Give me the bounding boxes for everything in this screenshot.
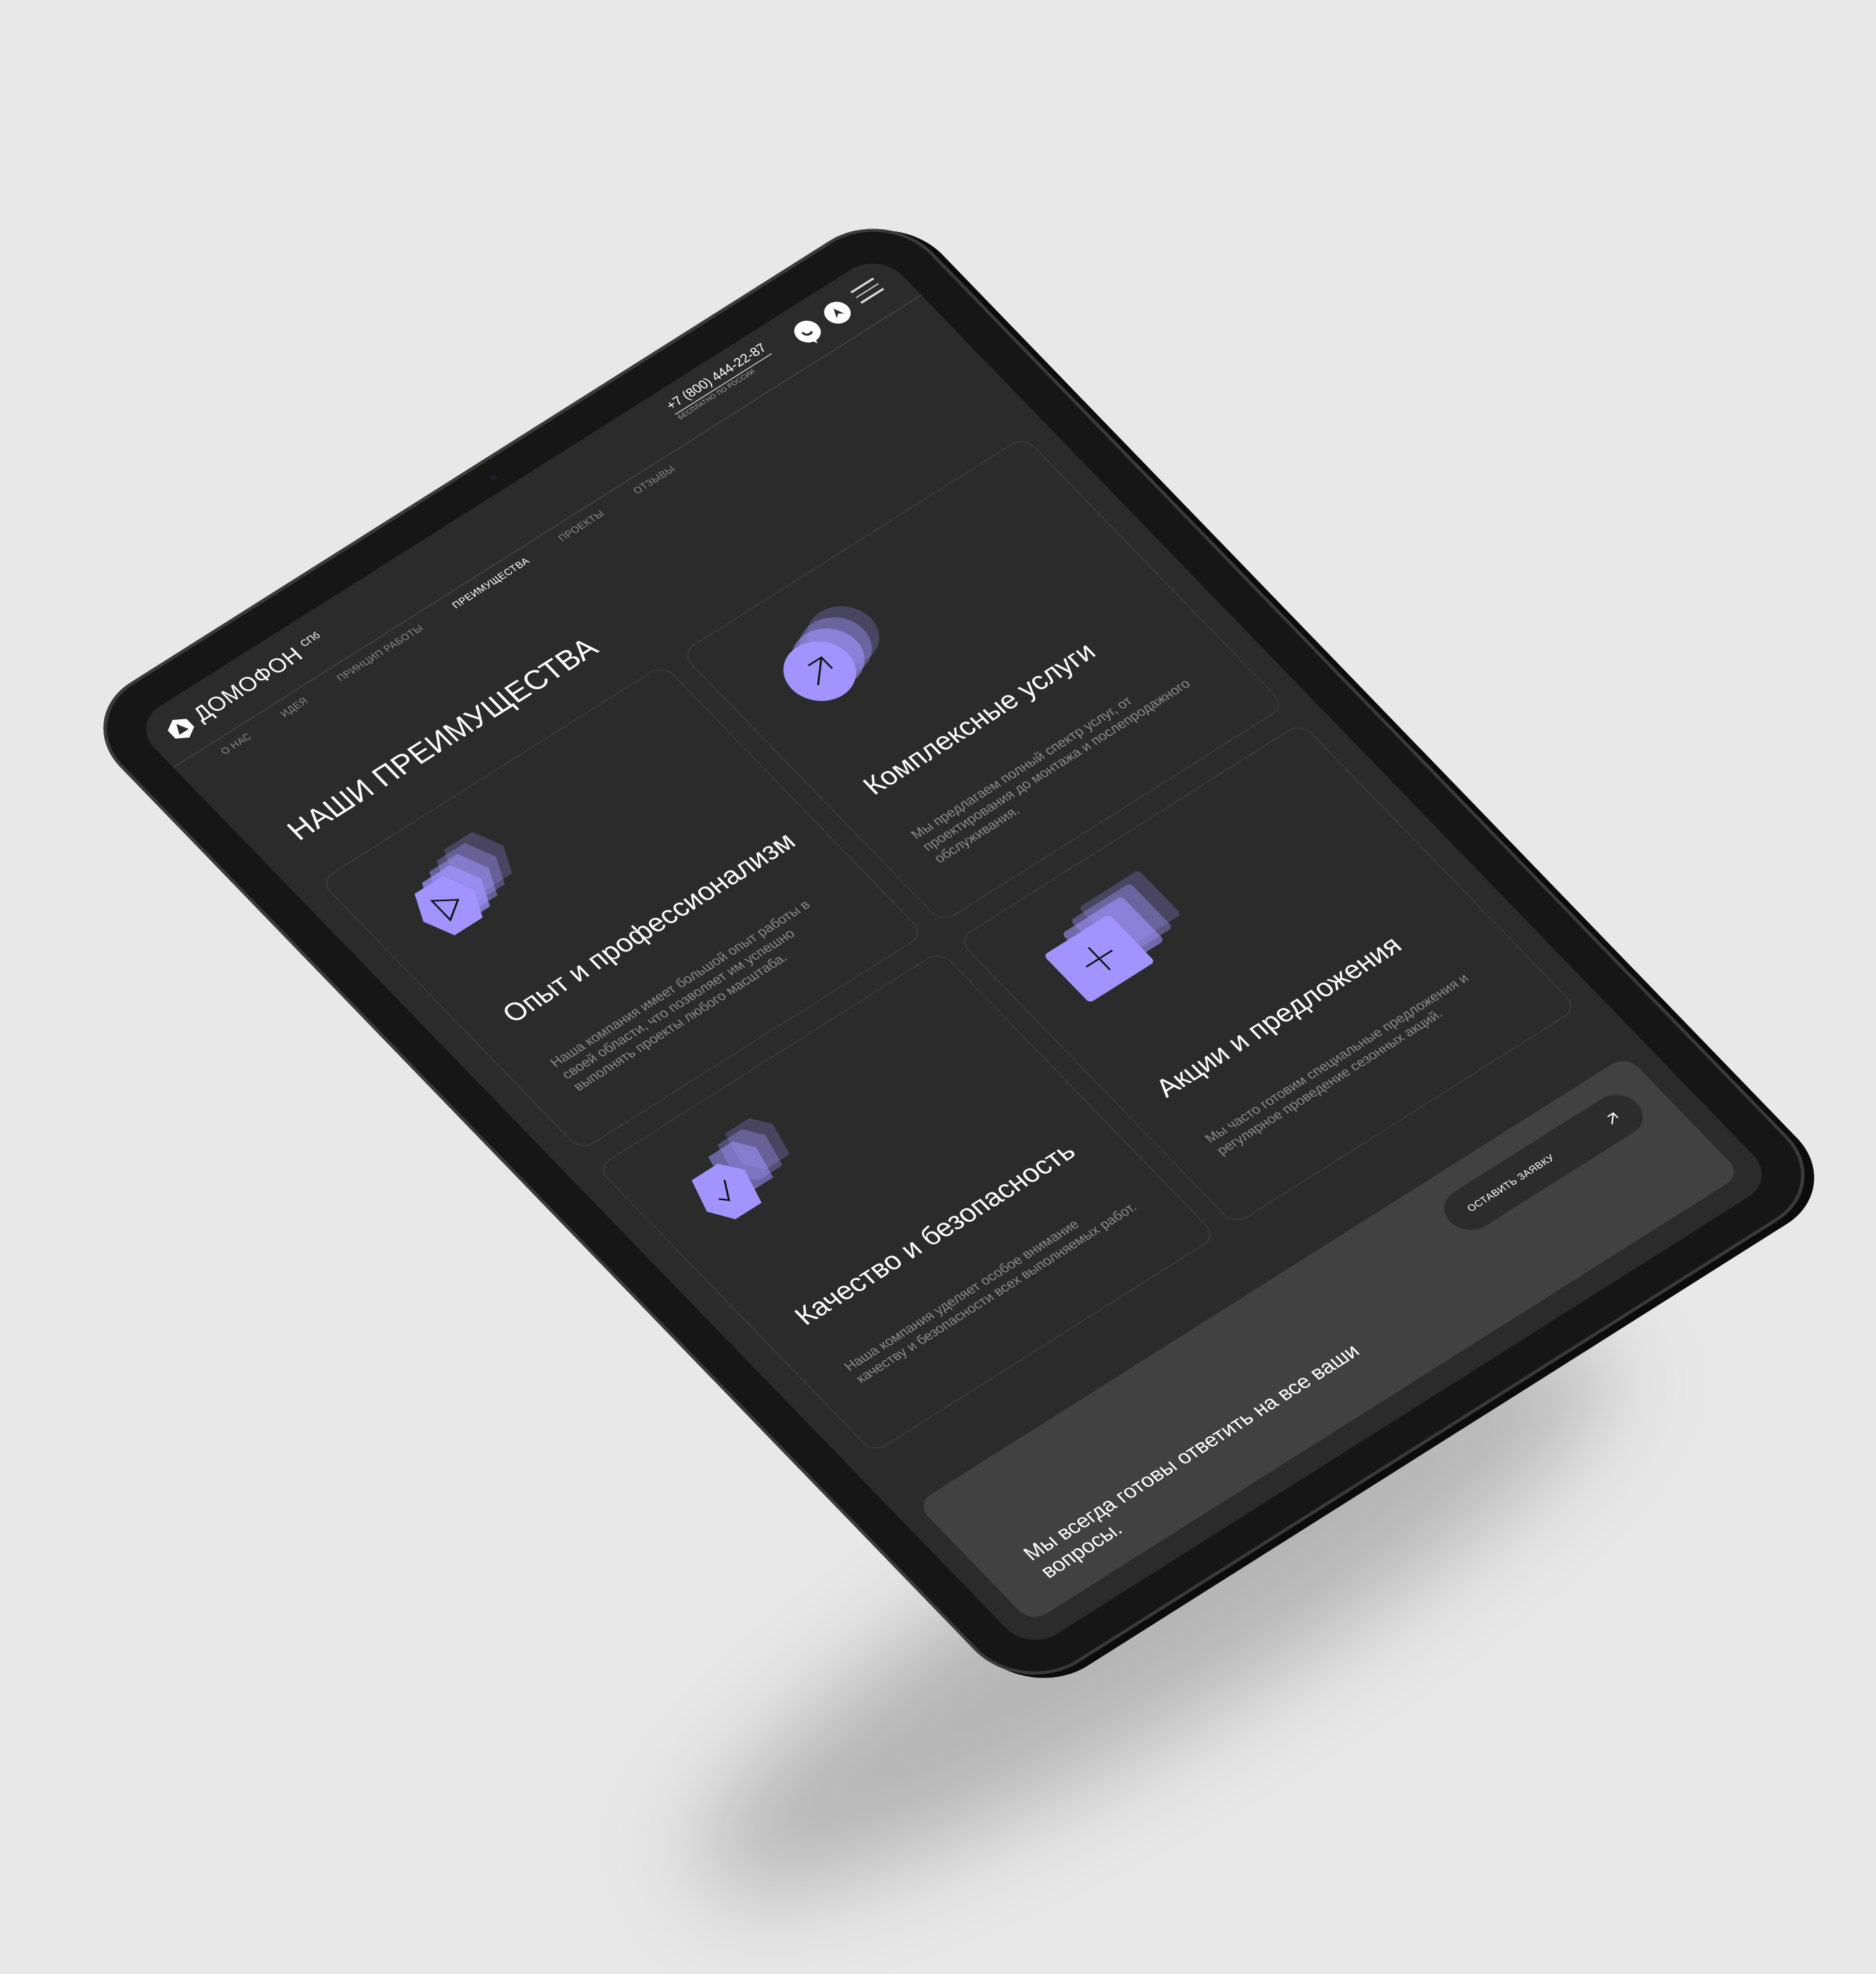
plus-icon: [1045, 871, 1180, 1002]
logo-city: СПб: [298, 630, 323, 649]
telegram-icon[interactable]: [818, 297, 856, 329]
chat-phone-icon[interactable]: [788, 316, 827, 347]
card-text: Наша компания уделяет особое внимание ка…: [841, 1199, 1140, 1386]
camera-dot: [488, 473, 499, 482]
submit-request-button[interactable]: ОСТАВИТЬ ЗАЯВКУ: [1434, 1086, 1654, 1239]
check-icon: [691, 1118, 790, 1220]
nav-item-idea[interactable]: ИДЕЯ: [278, 696, 310, 719]
card-text: Мы часто готовим специальные предложения…: [1202, 970, 1472, 1158]
arrow-up-right-icon: [783, 606, 879, 701]
logo-hexagon-icon: [168, 719, 194, 739]
cta-button-label: ОСТАВИТЬ ЗАЯВКУ: [1464, 1152, 1557, 1214]
play-icon: [414, 832, 512, 935]
arrow-up-right-icon: [1607, 1112, 1619, 1125]
hamburger-menu-icon[interactable]: [850, 278, 888, 307]
